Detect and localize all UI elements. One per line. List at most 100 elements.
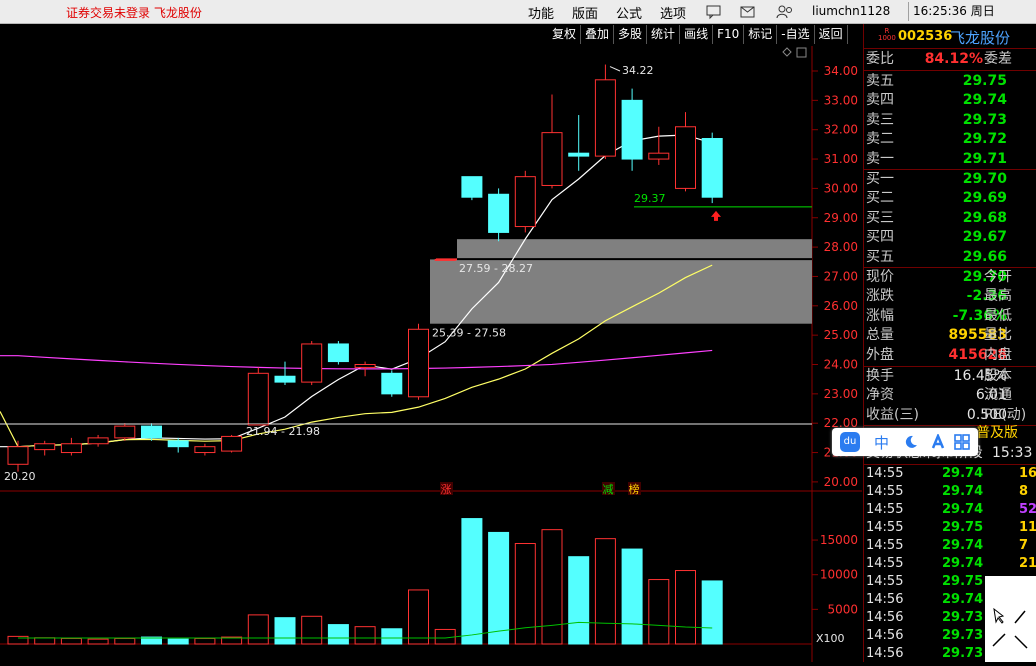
tick-price: 29.73 xyxy=(942,610,984,625)
bid-level-row[interactable]: 买三 29.68 xyxy=(864,209,1036,228)
ask-level-row[interactable]: 卖五 29.75 xyxy=(864,72,1036,91)
volume-bar-up xyxy=(194,637,216,645)
candle-up xyxy=(247,372,269,426)
ask-level-row[interactable]: 卖一 29.71 xyxy=(864,150,1036,169)
tick-time: 14:55 xyxy=(866,484,904,499)
price-tick-label: 25.00 xyxy=(824,328,858,342)
candle-up xyxy=(34,443,56,451)
stat-label-2: 最低 xyxy=(984,307,1012,324)
username[interactable]: liumchn1128 xyxy=(812,4,890,18)
tick-row[interactable]: 14:55 29.74 21 xyxy=(864,555,1036,573)
toolbar-back[interactable]: 返回 xyxy=(815,25,848,44)
ask-level-label: 卖二 xyxy=(866,131,894,148)
candle-down xyxy=(167,440,189,448)
price-tick-label: 33.00 xyxy=(824,93,858,107)
high-price-label: 34.22 xyxy=(622,64,654,77)
menu-formula[interactable]: 公式 xyxy=(616,3,642,22)
candle-down xyxy=(461,176,483,198)
volume-bar-down xyxy=(167,638,189,645)
ime-language-toggle[interactable]: 中 xyxy=(874,432,889,453)
event-marker-label: 榜 xyxy=(629,482,640,496)
trade-time: 15:33 xyxy=(992,445,1033,461)
stat-row: 涨跌 -2.36 最高 xyxy=(864,287,1036,306)
tick-row[interactable]: 14:55 29.74 52 xyxy=(864,501,1036,519)
tick-price: 29.74 xyxy=(942,556,984,571)
volume-bar-down xyxy=(568,556,590,645)
stock-code: 002536 xyxy=(898,29,953,44)
toolbar-statistics[interactable]: 统计 xyxy=(647,25,681,44)
menu-function[interactable]: 功能 xyxy=(528,3,554,22)
chat-icon[interactable] xyxy=(706,4,722,20)
tick-volume: 52 xyxy=(1019,502,1036,517)
stat-label: 现价 xyxy=(866,269,894,285)
ask-level-row[interactable]: 卖三 29.73 xyxy=(864,111,1036,130)
weibi-value: 84.12% xyxy=(924,51,983,67)
ime-toolbar[interactable]: du 中 xyxy=(832,428,978,456)
bid-level-row[interactable]: 买四 29.67 xyxy=(864,228,1036,247)
gap-lower-label: 25.39 - 27.58 xyxy=(432,327,506,340)
toolbar-draw-line[interactable]: 画线 xyxy=(680,25,714,44)
drawing-tools[interactable] xyxy=(985,576,1036,662)
ask-level-label: 卖四 xyxy=(866,92,894,109)
volume-bar-down xyxy=(381,628,403,645)
volume-bar-up xyxy=(114,637,136,645)
candle-down xyxy=(621,99,643,160)
candle-up xyxy=(194,446,216,454)
chart-toolbar: 复权 叠加 多股 统计 画线 F10 标记 -自选 返回 xyxy=(548,25,848,44)
stat-label-2: 内盘 xyxy=(984,346,1012,363)
volume-bar-up xyxy=(675,570,696,645)
price-tick-label: 20.00 xyxy=(824,475,858,489)
volume-bar-up xyxy=(60,637,82,645)
volume-bar-down xyxy=(274,617,296,645)
ask-price: 29.75 xyxy=(962,73,1007,89)
volume-bar-up xyxy=(247,614,269,645)
tick-row[interactable]: 14:55 29.74 7 xyxy=(864,537,1036,555)
tick-row[interactable]: 14:55 29.74 8 xyxy=(864,483,1036,501)
toolbar-mark[interactable]: 标记 xyxy=(744,25,778,44)
toolbar-multi-stock[interactable]: 多股 xyxy=(614,25,648,44)
toolbar-restore-rights[interactable]: 复权 xyxy=(548,25,582,44)
bid-level-row[interactable]: 买二 29.69 xyxy=(864,189,1036,208)
grid-icon[interactable] xyxy=(954,434,970,450)
tick-time: 14:55 xyxy=(866,556,904,571)
candle-down xyxy=(274,375,296,383)
stock-name: 飞龙股份 xyxy=(950,29,1011,47)
bid-level-label: 买五 xyxy=(866,248,894,265)
bid-level-row[interactable]: 买一 29.70 xyxy=(864,170,1036,189)
drawing-tool-palette xyxy=(985,576,1036,662)
gap-upper-label: 27.59 - 28.27 xyxy=(459,262,533,275)
ime-logo-icon[interactable]: du xyxy=(840,432,860,452)
quote-panel: R 1000 002536 飞龙股份 委比 84.12% 委差 卖五 29.75 卖四… xyxy=(863,24,1036,662)
voice-icon[interactable] xyxy=(930,434,946,450)
menu-bar: 证券交易未登录 飞龙股份 功能 版面 公式 选项 liumchn1128 16:… xyxy=(0,0,1036,24)
stat-label: 总量 xyxy=(866,327,894,344)
toolbar-overlay[interactable]: 叠加 xyxy=(581,25,615,44)
moon-icon[interactable] xyxy=(904,435,918,449)
contacts-icon[interactable] xyxy=(776,4,794,20)
tick-row[interactable]: 14:55 29.75 11 xyxy=(864,519,1036,537)
kline-chart[interactable]: 34.00 33.00 32.00 31.00 30.00 29.00 28.00 27.00… xyxy=(0,46,862,662)
tick-row[interactable]: 14:55 29.74 16 xyxy=(864,465,1036,483)
tick-price: 29.75 xyxy=(942,520,984,535)
menu-layout[interactable]: 版面 xyxy=(572,3,598,22)
tick-time: 14:56 xyxy=(866,610,904,625)
segment-tool-icon xyxy=(1014,635,1028,649)
ask-level-row[interactable]: 卖二 29.72 xyxy=(864,130,1036,149)
toolbar-remove-watchlist[interactable]: -自选 xyxy=(777,25,815,44)
bid-level-label: 买一 xyxy=(866,171,894,187)
bid-level-row[interactable]: 买五 29.66 xyxy=(864,248,1036,267)
menu-options[interactable]: 选项 xyxy=(660,3,686,22)
volume-unit-label: X100 xyxy=(816,632,845,645)
toolbar-f10[interactable]: F10 xyxy=(713,25,745,44)
tick-time: 14:55 xyxy=(866,574,904,589)
kline-chart-area[interactable]: 34.00 33.00 32.00 31.00 30.00 29.00 28.00 27.00… xyxy=(0,46,862,662)
ask-level-row[interactable]: 卖四 29.74 xyxy=(864,91,1036,110)
envelope-icon[interactable] xyxy=(740,4,756,20)
candle-up xyxy=(648,152,670,160)
price-tick-label: 26.00 xyxy=(824,299,858,313)
quote-header: R 1000 002536 飞龙股份 xyxy=(864,24,1036,49)
ask-price: 29.71 xyxy=(962,150,1007,167)
login-notice[interactable]: 证券交易未登录 飞龙股份 xyxy=(66,4,202,21)
tick-time: 14:55 xyxy=(866,538,904,553)
fundamental-label-2: PE(动) xyxy=(984,406,1027,423)
